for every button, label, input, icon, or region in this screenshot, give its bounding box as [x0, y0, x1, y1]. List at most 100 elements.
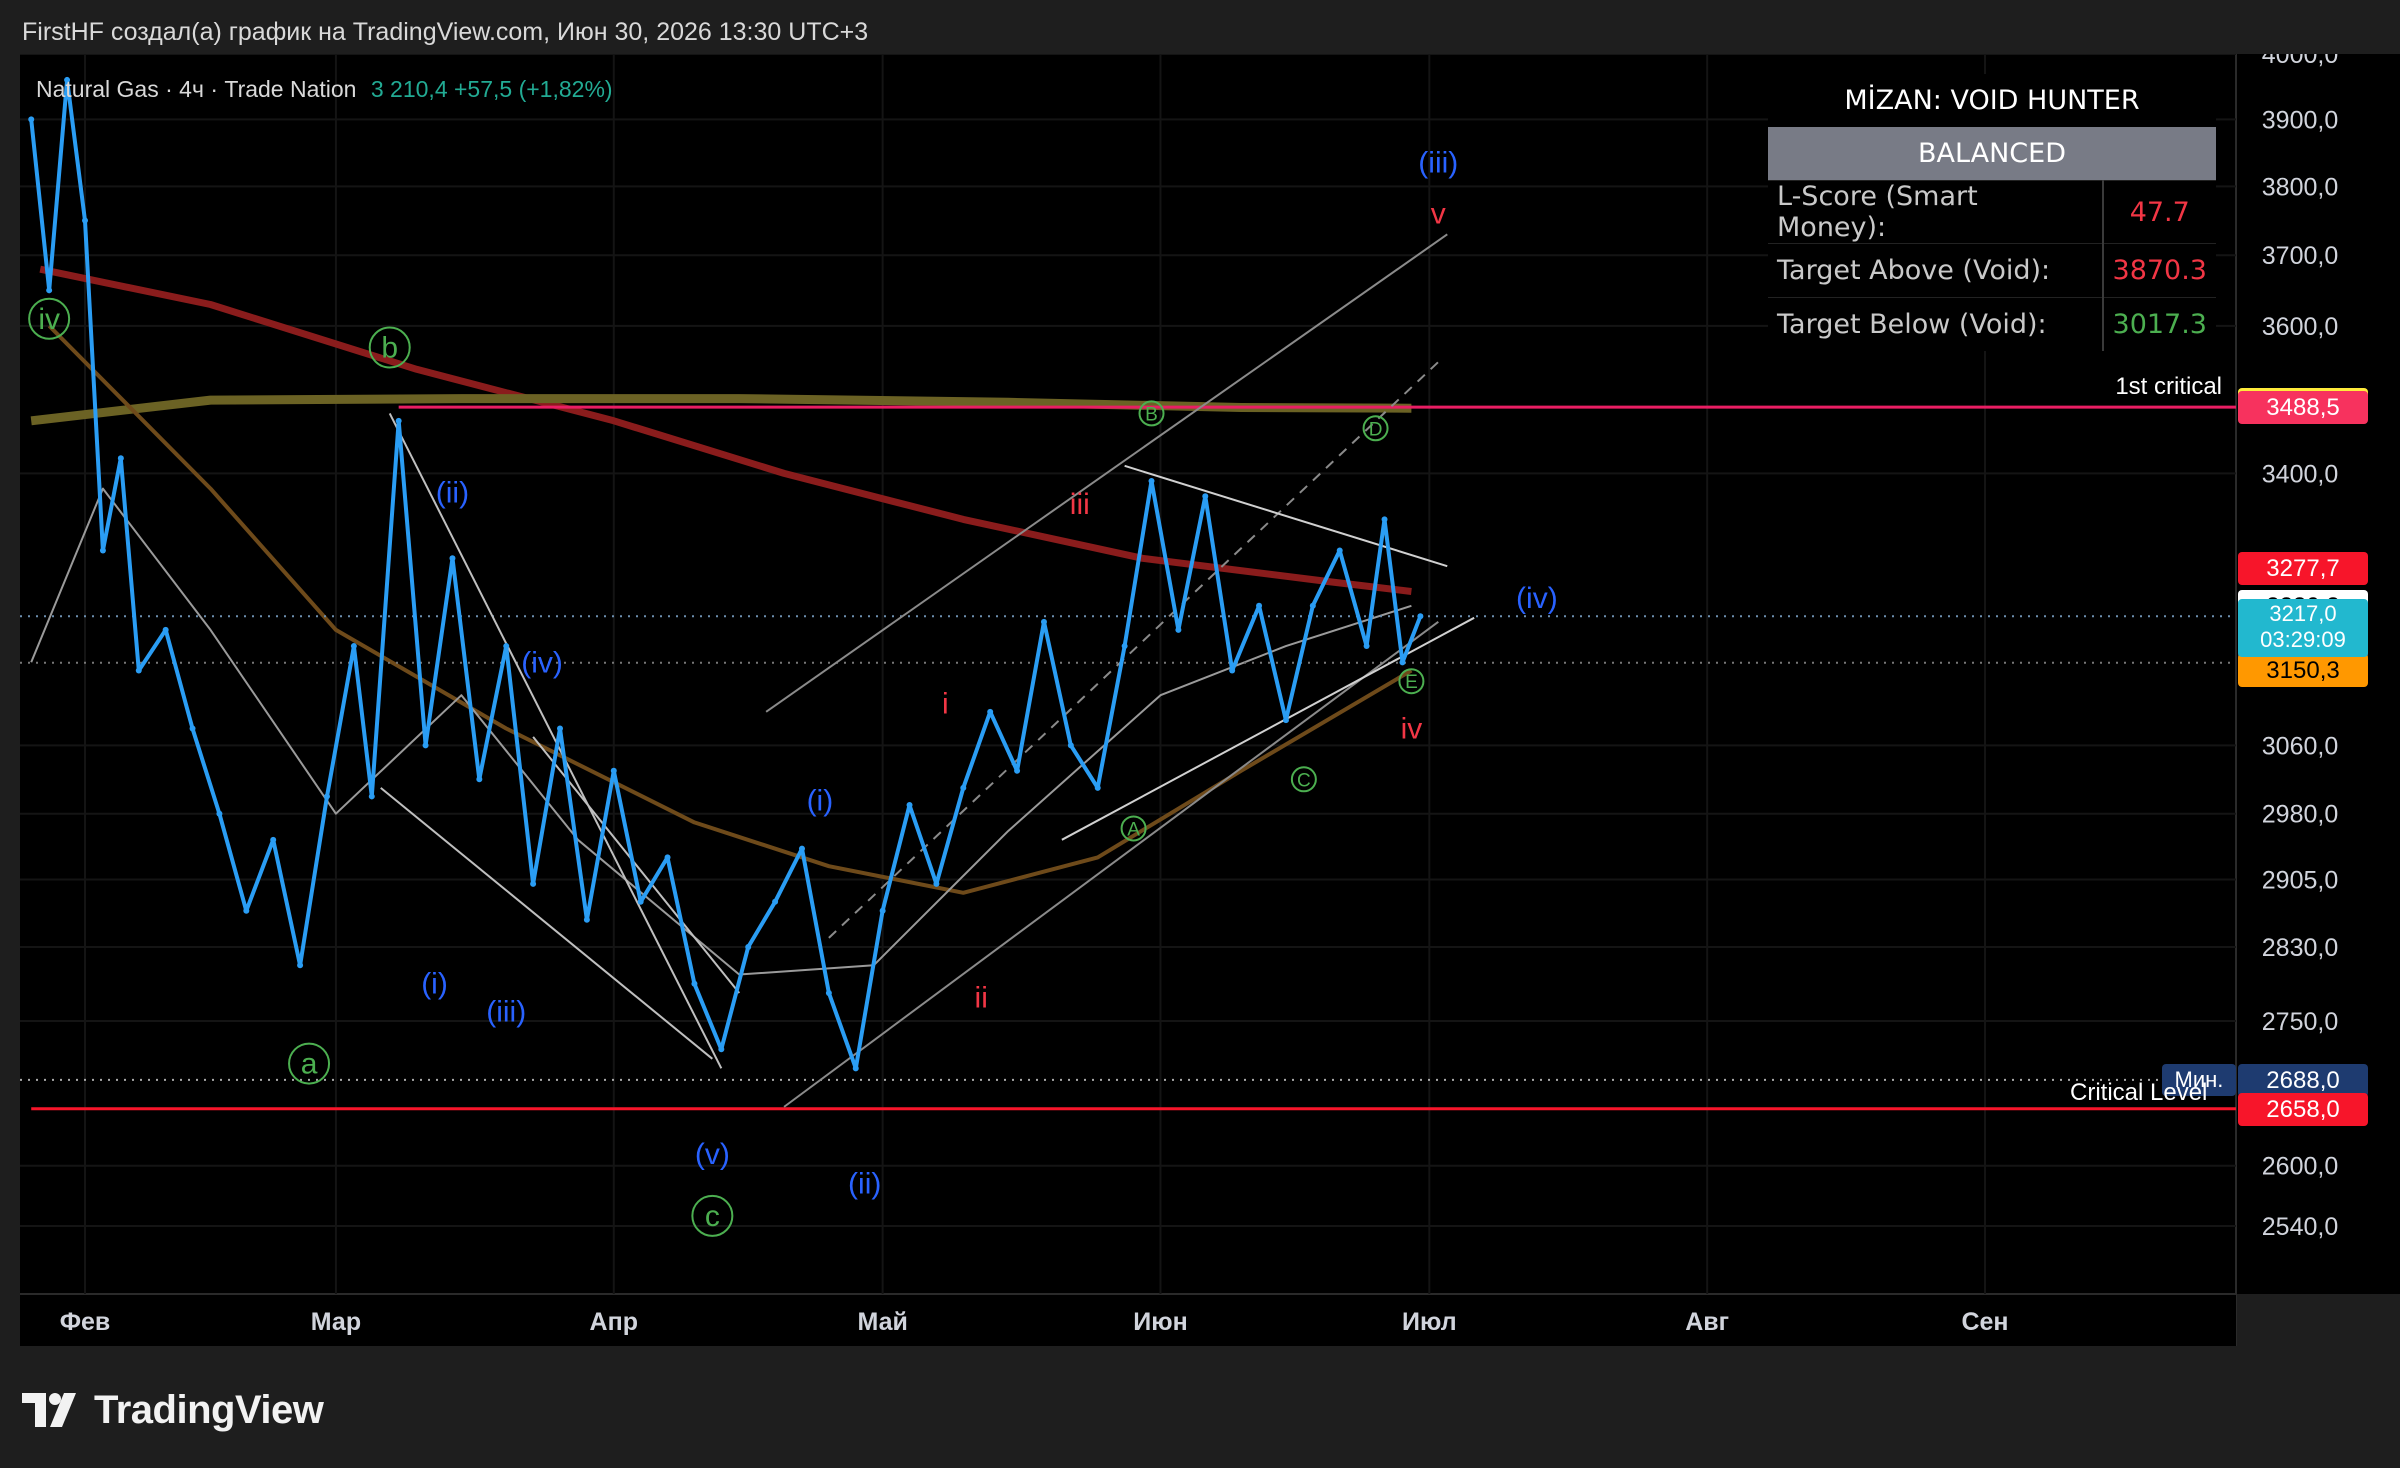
price-point-29: [745, 943, 752, 950]
price-point-33: [852, 1065, 859, 1072]
indicator-title: MİZAN: VOID HUNTER: [1768, 74, 2216, 127]
tradingview-logo[interactable]: TradingView: [22, 1382, 324, 1438]
price-tick-label-9: 2830,0: [2262, 934, 2338, 962]
wave-label-10: (ii): [848, 1168, 881, 1201]
price-tag-5: 3150,3: [2238, 654, 2368, 688]
price-point-46: [1202, 493, 1209, 500]
price-tag-1: 3488,5: [2238, 391, 2368, 425]
price-point-42: [1094, 784, 1101, 791]
price-point-22: [557, 725, 563, 732]
tradingview-logo-icon: [22, 1393, 76, 1427]
price-point-43: [1121, 643, 1128, 650]
price-tick-label-4: 3600,0: [2262, 313, 2338, 341]
price-point-16: [395, 417, 402, 424]
price-point-34: [879, 907, 886, 914]
price-point-1: [46, 287, 53, 294]
time-tick-label-6: Авг: [1685, 1308, 1729, 1336]
price-point-7: [162, 626, 169, 633]
price-tag-7: 2658,0: [2238, 1092, 2368, 1126]
price-point-47: [1229, 667, 1236, 674]
price-point-26: [664, 854, 671, 861]
price-point-15: [368, 793, 375, 800]
target-above-label: Target Above (Void):: [1768, 243, 2104, 298]
price-point-45: [1175, 626, 1182, 633]
price-point-12: [297, 962, 304, 969]
target-above-value: 3870.3: [2102, 243, 2216, 298]
wave-label-19: D: [1369, 419, 1383, 440]
critical-level-label: Critical Level: [2070, 1078, 2208, 1106]
tradingview-wordmark: TradingView: [94, 1387, 324, 1432]
price-point-39: [1014, 767, 1021, 774]
wave-label-0: iv: [38, 303, 60, 336]
time-tick-label-2: Апр: [590, 1308, 638, 1336]
price-point-49: [1282, 717, 1289, 724]
price-point-30: [772, 898, 779, 905]
target-below-label: Target Below (Void):: [1768, 297, 2104, 351]
price-tag-6: 2688,0: [2238, 1063, 2368, 1097]
price-point-44: [1148, 478, 1155, 485]
price-point-6: [135, 667, 142, 674]
price-point-53: [1381, 516, 1388, 523]
time-tick-label-7: Сен: [1961, 1308, 2008, 1336]
wave-label-11: (iii): [1418, 147, 1458, 180]
price-point-31: [798, 845, 805, 852]
price-tick-label-6: 3060,0: [2262, 732, 2338, 760]
price-tick-label-11: 2600,0: [2262, 1153, 2338, 1181]
price-tick-label-7: 2980,0: [2262, 801, 2338, 829]
time-tick-label-3: Май: [857, 1308, 907, 1336]
price-point-18: [449, 555, 456, 562]
attribution-text: FirstHF создал(а) график на TradingView.…: [22, 18, 869, 46]
wave-label-22: E: [1405, 672, 1418, 693]
wave-label-1: b: [381, 332, 398, 365]
wave-label-18: B: [1145, 404, 1158, 425]
time-tick-label-0: Фев: [60, 1308, 111, 1336]
price-point-27: [691, 980, 698, 987]
first-critical-label: 1st critical: [2115, 373, 2222, 401]
price-point-11: [270, 836, 277, 843]
price-point-13: [323, 793, 330, 800]
price-point-55: [1417, 613, 1424, 620]
current-price: 3217,0: [2269, 601, 2337, 627]
wave-label-12: (iv): [1516, 582, 1558, 615]
price-point-35: [906, 802, 913, 809]
price-tag-2: 3277,7: [2238, 551, 2368, 585]
wave-label-16: iv: [1401, 713, 1423, 746]
price-tick-label-3: 3700,0: [2262, 242, 2338, 270]
price-point-37: [960, 784, 967, 791]
price-point-40: [1040, 618, 1047, 625]
price-tick-label-1: 3900,0: [2262, 106, 2338, 134]
price-point-9: [216, 810, 223, 817]
time-tick-label-1: Мар: [311, 1308, 361, 1336]
wave-label-8: (v): [695, 1138, 730, 1171]
bar-countdown: 03:29:09: [2260, 627, 2346, 653]
price-point-0: [28, 116, 35, 123]
lscore-label: L-Score (Smart Money):: [1768, 180, 2104, 244]
price-point-28: [718, 1046, 725, 1053]
price-point-36: [933, 880, 940, 887]
wave-label-9: (i): [807, 785, 834, 818]
symbol-name: Natural Gas · 4ч · Trade Nation: [36, 76, 357, 102]
price-tick-label-12: 2540,0: [2262, 1213, 2338, 1241]
price-point-5: [117, 455, 124, 462]
wave-label-13: i: [942, 688, 949, 721]
price-point-17: [422, 742, 429, 749]
price-tick-label-10: 2750,0: [2262, 1008, 2338, 1036]
symbol-header[interactable]: Natural Gas · 4ч · Trade Nation 3 210,4 …: [36, 76, 613, 103]
price-tick-label-8: 2905,0: [2262, 866, 2338, 894]
time-tick-label-4: Июн: [1133, 1308, 1187, 1336]
price-point-4: [99, 547, 106, 554]
wave-label-2: a: [301, 1048, 318, 1081]
target-below-value: 3017.3: [2102, 297, 2216, 351]
price-point-23: [583, 916, 590, 923]
price-point-51: [1336, 547, 1343, 554]
price-point-54: [1399, 659, 1406, 666]
lscore-value: 47.7: [2102, 180, 2216, 244]
price-point-3: [82, 217, 88, 224]
wave-label-15: iii: [1070, 488, 1090, 521]
indicator-table: MİZAN: VOID HUNTER BALANCED L-Score (Sma…: [1768, 74, 2216, 351]
wave-label-21: C: [1297, 770, 1311, 791]
price-point-14: [350, 643, 357, 650]
wave-label-6: (i): [421, 968, 448, 1001]
price-point-50: [1309, 602, 1316, 609]
top-bar: FirstHF создал(а) график на TradingView.…: [0, 0, 2400, 54]
